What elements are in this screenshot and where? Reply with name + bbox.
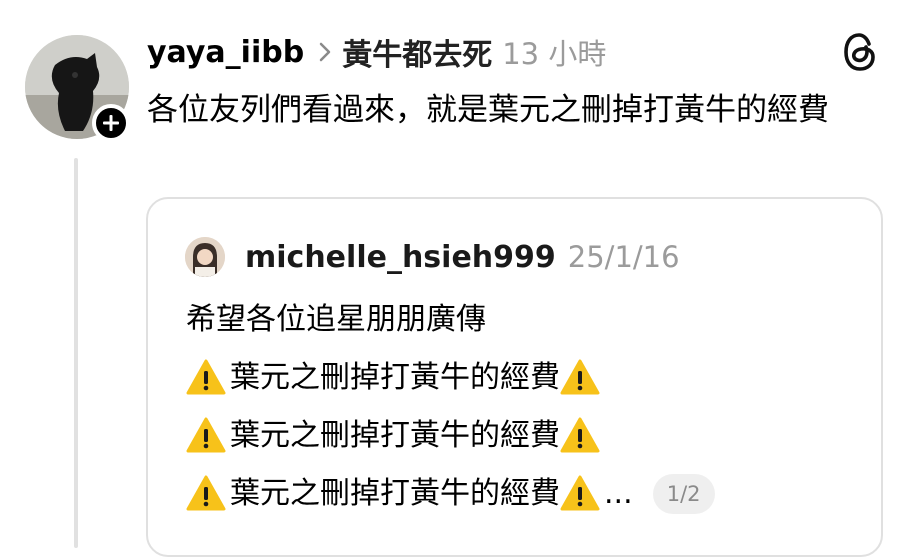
quoted-text: 希望各位追星朋朋廣傳 葉元之刪掉打黃牛的經費 葉元之刪掉打黃牛的經費 葉元之刪掉… bbox=[186, 291, 866, 523]
warning-icon bbox=[560, 416, 602, 456]
quoted-line: 希望各位追星朋朋廣傳 bbox=[186, 291, 866, 349]
warning-icon bbox=[186, 474, 228, 514]
quoted-line: 葉元之刪掉打黃牛的經費 bbox=[186, 407, 866, 465]
quoted-post-card[interactable]: michelle_hsieh999 25/1/16 希望各位追星朋朋廣傳 葉元之… bbox=[146, 197, 883, 557]
post-text: 各位友列們看過來，就是葉元之刪掉打黃牛的經費 bbox=[147, 92, 829, 128]
chevron-right-icon bbox=[318, 41, 332, 63]
quoted-line: 葉元之刪掉打黃牛的經費 bbox=[186, 349, 866, 407]
post-header: yaya_iibb 黃牛都去死 13 小時 bbox=[147, 30, 606, 74]
post-topic-tag[interactable]: 黃牛都去死 bbox=[342, 30, 492, 74]
quoted-date: 25/1/16 bbox=[567, 240, 680, 274]
warning-icon bbox=[560, 358, 602, 398]
warning-icon bbox=[560, 474, 602, 514]
warning-icon bbox=[186, 416, 228, 456]
threads-logo-icon[interactable] bbox=[842, 32, 878, 76]
post-username[interactable]: yaya_iibb bbox=[147, 35, 304, 70]
warning-icon bbox=[186, 358, 228, 398]
plus-icon bbox=[103, 115, 119, 131]
thread-line bbox=[74, 158, 78, 548]
post-time: 13 小時 bbox=[502, 37, 607, 71]
quoted-avatar[interactable] bbox=[185, 237, 225, 277]
quoted-line-text: 希望各位追星朋朋廣傳 bbox=[186, 302, 486, 337]
quoted-line-text: 葉元之刪掉打黃牛的經費 bbox=[230, 360, 560, 395]
quoted-header: michelle_hsieh999 25/1/16 bbox=[245, 235, 680, 279]
quoted-username[interactable]: michelle_hsieh999 bbox=[245, 240, 556, 275]
quoted-line-text: 葉元之刪掉打黃牛的經費 bbox=[230, 418, 560, 453]
page-indicator[interactable]: 1/2 bbox=[652, 474, 715, 514]
quoted-line: 葉元之刪掉打黃牛的經費 ... 1/2 bbox=[186, 465, 866, 523]
truncation-ellipsis: ... bbox=[604, 476, 633, 511]
follow-button[interactable] bbox=[92, 104, 130, 142]
quoted-line-text: 葉元之刪掉打黃牛的經費 bbox=[230, 476, 560, 511]
